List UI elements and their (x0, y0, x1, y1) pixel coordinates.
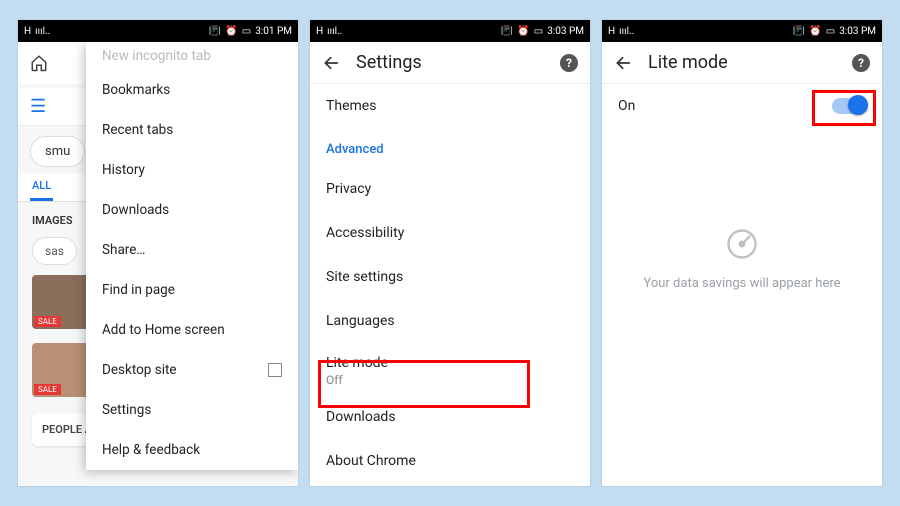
arrow-left-icon (322, 53, 342, 73)
settings-about[interactable]: About Chrome (310, 439, 590, 483)
network-indicator: H (608, 26, 615, 37)
signal-indicator: ıııl.. (619, 26, 634, 37)
menu-bookmarks[interactable]: Bookmarks (86, 70, 298, 110)
alarm-icon: ⏰ (225, 26, 237, 37)
hamburger-icon[interactable]: ☰ (30, 96, 46, 117)
settings-list: Themes Advanced Privacy Accessibility Si… (310, 84, 590, 486)
lite-mode-state: On (618, 98, 635, 114)
vibrate-icon: 📳 (209, 26, 221, 37)
phone-screen-3: H ıııl.. 📳 ⏰ ▭ 3:03 PM Lite mode ? On Yo… (602, 20, 882, 486)
vibrate-icon: 📳 (501, 26, 513, 37)
lite-mode-subtext: Off (326, 373, 574, 387)
phone-screen-1: H ıııl.. 📳 ⏰ ▭ 3:01 PM ☰ smu ALL IMAGES … (18, 20, 298, 486)
battery-icon: ▭ (242, 26, 251, 37)
help-icon[interactable]: ? (560, 54, 578, 72)
settings-languages[interactable]: Languages (310, 299, 590, 343)
phone-screen-2: H ıııl.. 📳 ⏰ ▭ 3:03 PM Settings ? Themes… (310, 20, 590, 486)
menu-history[interactable]: History (86, 150, 298, 190)
overflow-menu: New incognito tab Bookmarks Recent tabs … (86, 42, 298, 470)
arrow-left-icon (614, 53, 634, 73)
settings-privacy[interactable]: Privacy (310, 167, 590, 211)
settings-site[interactable]: Site settings (310, 255, 590, 299)
desktop-checkbox[interactable] (268, 363, 282, 377)
help-icon[interactable]: ? (852, 54, 870, 72)
alarm-icon: ⏰ (517, 26, 529, 37)
signal-indicator: ıııl.. (35, 26, 50, 37)
menu-desktop-site[interactable]: Desktop site (86, 350, 298, 390)
lite-mode-toggle-row: On (602, 84, 882, 128)
settings-advanced-header: Advanced (310, 128, 590, 167)
status-bar: H ıııl.. 📳 ⏰ ▭ 3:03 PM (602, 20, 882, 42)
settings-themes[interactable]: Themes (310, 84, 590, 128)
related-chip[interactable]: sas (32, 237, 77, 265)
menu-recent-tabs[interactable]: Recent tabs (86, 110, 298, 150)
menu-settings[interactable]: Settings (86, 390, 298, 430)
settings-lite-mode[interactable]: Lite mode Off (310, 343, 590, 395)
search-chip[interactable]: smu (30, 136, 85, 167)
network-indicator: H (24, 26, 31, 37)
tab-all[interactable]: ALL (30, 173, 53, 201)
page-title: Settings (356, 52, 546, 73)
page-title: Lite mode (648, 52, 838, 73)
gauge-icon (724, 226, 760, 262)
menu-downloads[interactable]: Downloads (86, 190, 298, 230)
clock: 3:01 PM (255, 26, 292, 37)
lite-mode-topbar: Lite mode ? (602, 42, 882, 84)
lite-mode-toggle[interactable] (832, 98, 866, 114)
lite-mode-empty-state: Your data savings will appear here (602, 128, 882, 388)
clock: 3:03 PM (547, 26, 584, 37)
network-indicator: H (316, 26, 323, 37)
back-button[interactable] (322, 53, 342, 73)
battery-icon: ▭ (534, 26, 543, 37)
home-icon[interactable] (30, 54, 48, 72)
clock: 3:03 PM (839, 26, 876, 37)
menu-share[interactable]: Share… (86, 230, 298, 270)
status-bar: H ıııl.. 📳 ⏰ ▭ 3:01 PM (18, 20, 298, 42)
settings-topbar: Settings ? (310, 42, 590, 84)
lite-mode-message: Your data savings will appear here (643, 276, 840, 291)
settings-accessibility[interactable]: Accessibility (310, 211, 590, 255)
menu-incognito[interactable]: New incognito tab (86, 42, 298, 70)
battery-icon: ▭ (826, 26, 835, 37)
settings-downloads[interactable]: Downloads (310, 395, 590, 439)
alarm-icon: ⏰ (809, 26, 821, 37)
signal-indicator: ıııl.. (327, 26, 342, 37)
back-button[interactable] (614, 53, 634, 73)
menu-add-home[interactable]: Add to Home screen (86, 310, 298, 350)
menu-find-in-page[interactable]: Find in page (86, 270, 298, 310)
status-bar: H ıııl.. 📳 ⏰ ▭ 3:03 PM (310, 20, 590, 42)
vibrate-icon: 📳 (793, 26, 805, 37)
menu-help-feedback[interactable]: Help & feedback (86, 430, 298, 470)
